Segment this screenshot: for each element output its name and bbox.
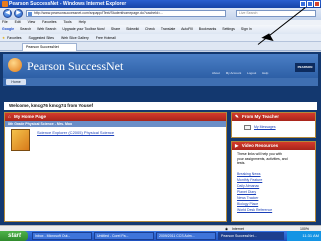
class-header: 8th Grade Physical Science - Mrs. Moo	[5, 121, 226, 127]
taskbar-item-pearson[interactable]: Pearson SuccessNet...	[218, 232, 284, 240]
toolbar-google[interactable]: Google	[2, 27, 14, 31]
my-messages-link[interactable]: My Messages	[254, 125, 276, 129]
toolbar-sign-in[interactable]: Sign In	[241, 27, 252, 31]
link-news-tracker[interactable]: News Tracker	[237, 196, 258, 200]
envelope-icon	[244, 125, 251, 130]
pearson-logo: PEARSON	[295, 63, 315, 72]
toolbar-check[interactable]: Check	[145, 27, 155, 31]
navigation-bar: ◀ ▶ http://www.pearsonsuccessnet.com/snp…	[0, 8, 321, 20]
about-link[interactable]: About	[212, 71, 220, 75]
home-page-panel: ⌂ My Home Page 8th Grade Physical Scienc…	[4, 112, 227, 222]
fav-free-hotmail[interactable]: Free Hotmail	[96, 36, 116, 40]
book-cover-image	[11, 129, 30, 151]
star-icon: ★	[2, 36, 6, 40]
browser-icon	[2, 1, 8, 7]
minimize-button[interactable]	[300, 1, 306, 7]
site-brand: Pearson SuccessNet	[27, 59, 124, 73]
home-icon: ⌂	[8, 114, 11, 119]
tab-bar: Pearson SuccessNet	[0, 42, 321, 51]
system-clock: 11:31 AM	[287, 231, 321, 241]
menu-favorites[interactable]: Favorites	[42, 20, 56, 24]
taskbar-item-corel[interactable]: Untitled - Corel Pa...	[94, 232, 154, 240]
teacher-panel-title: From My Teacher	[242, 114, 279, 119]
address-bar[interactable]: http://www.pearsonsuccessnet.com/snpapp/…	[26, 10, 226, 17]
window-title: Pearson SuccessNet - Windows Internet Ex…	[9, 1, 127, 7]
welcome-banner: Welcome, kmcg76 kmcg74 from Yousef	[4, 102, 317, 110]
search-input[interactable]: Live Search	[236, 10, 316, 17]
resources-description: These links will help you with your assi…	[237, 152, 288, 165]
fav-suggested-sites[interactable]: Suggested Sites	[29, 36, 55, 40]
taskbar-item-ccs[interactable]: 2009/2011 CCS Adm...	[156, 232, 216, 240]
site-header: Pearson SuccessNet About My Account Logo…	[3, 54, 318, 78]
header-links: About My Account Logout Help	[212, 71, 273, 75]
logout-link[interactable]: Logout	[247, 71, 256, 75]
resources-panel: ▶ Video Resources These links will help …	[231, 141, 316, 222]
window-titlebar: Pearson SuccessNet - Windows Internet Ex…	[0, 0, 321, 8]
fav-web-slice-gallery[interactable]: Web Slice Gallery	[61, 36, 89, 40]
site-nav-bar: Home	[3, 78, 318, 86]
teacher-panel: ✎ From My Teacher My Messages	[231, 112, 316, 138]
favorites-button[interactable]: Favorites	[7, 36, 21, 40]
teacher-icon: ✎	[235, 114, 239, 119]
page-icon	[28, 12, 32, 16]
link-monthly-feature[interactable]: Monthly Feature	[237, 178, 262, 182]
menu-help[interactable]: Help	[79, 20, 86, 24]
toolbar-web-search[interactable]: Web Search	[37, 27, 56, 31]
toolbar-settings[interactable]: Settings	[222, 27, 235, 31]
video-icon: ▶	[235, 143, 239, 148]
link-daily-almanac[interactable]: Daily Almanac	[237, 184, 259, 188]
link-planet-diary[interactable]: Planet Diary	[237, 190, 256, 194]
help-link[interactable]: Help	[262, 71, 268, 75]
maximize-button[interactable]	[307, 1, 313, 7]
menu-tools[interactable]: Tools	[63, 20, 71, 24]
teacher-panel-header: ✎ From My Teacher	[232, 113, 315, 121]
link-world-desk-reference[interactable]: World Desk Reference	[237, 208, 272, 212]
toolbar-bookmarks[interactable]: Bookmarks	[199, 27, 217, 31]
toolbar-search[interactable]: Search	[20, 27, 31, 31]
resources-panel-title: Video Resources	[241, 143, 279, 148]
link-biology-place[interactable]: Biology Place	[237, 202, 258, 206]
taskbar-item-inbox[interactable]: Inbox - Microsoft Out...	[32, 232, 92, 240]
window-controls	[300, 1, 320, 7]
menu-file[interactable]: File	[2, 20, 8, 24]
successnet-logo-icon	[8, 58, 22, 72]
toolbar-translate[interactable]: Translate	[161, 27, 175, 31]
start-button[interactable]: start	[0, 231, 28, 241]
address-text: http://www.pearsonsuccessnet.com/snpapp/…	[34, 11, 164, 15]
toolbar-autofill[interactable]: AutoFill	[181, 27, 193, 31]
resources-panel-header: ▶ Video Resources	[232, 142, 315, 150]
link-breaking-news[interactable]: Breaking News	[237, 172, 261, 176]
close-button[interactable]	[314, 1, 320, 7]
back-button[interactable]: ◀	[3, 9, 12, 18]
home-panel-title: My Home Page	[13, 114, 46, 119]
forward-button[interactable]: ▶	[14, 9, 23, 18]
taskbar: start Inbox - Microsoft Out... Untitled …	[0, 231, 321, 241]
toolbar-share[interactable]: Share	[111, 27, 120, 31]
home-button[interactable]: Home	[6, 79, 26, 85]
tab-pearson-successnet[interactable]: Pearson SuccessNet	[22, 43, 77, 51]
toolbar-sidewiki[interactable]: Sidewiki	[126, 27, 139, 31]
toolbar-upgrade[interactable]: Upgrade your Toolbar Now!	[62, 27, 105, 31]
my-account-link[interactable]: My Account	[226, 71, 242, 75]
menu-view[interactable]: View	[28, 20, 36, 24]
program-link[interactable]: Science Explorer (C2005) Physical Scienc…	[37, 130, 114, 135]
home-panel-header: ⌂ My Home Page	[5, 113, 226, 121]
menu-edit[interactable]: Edit	[15, 20, 21, 24]
